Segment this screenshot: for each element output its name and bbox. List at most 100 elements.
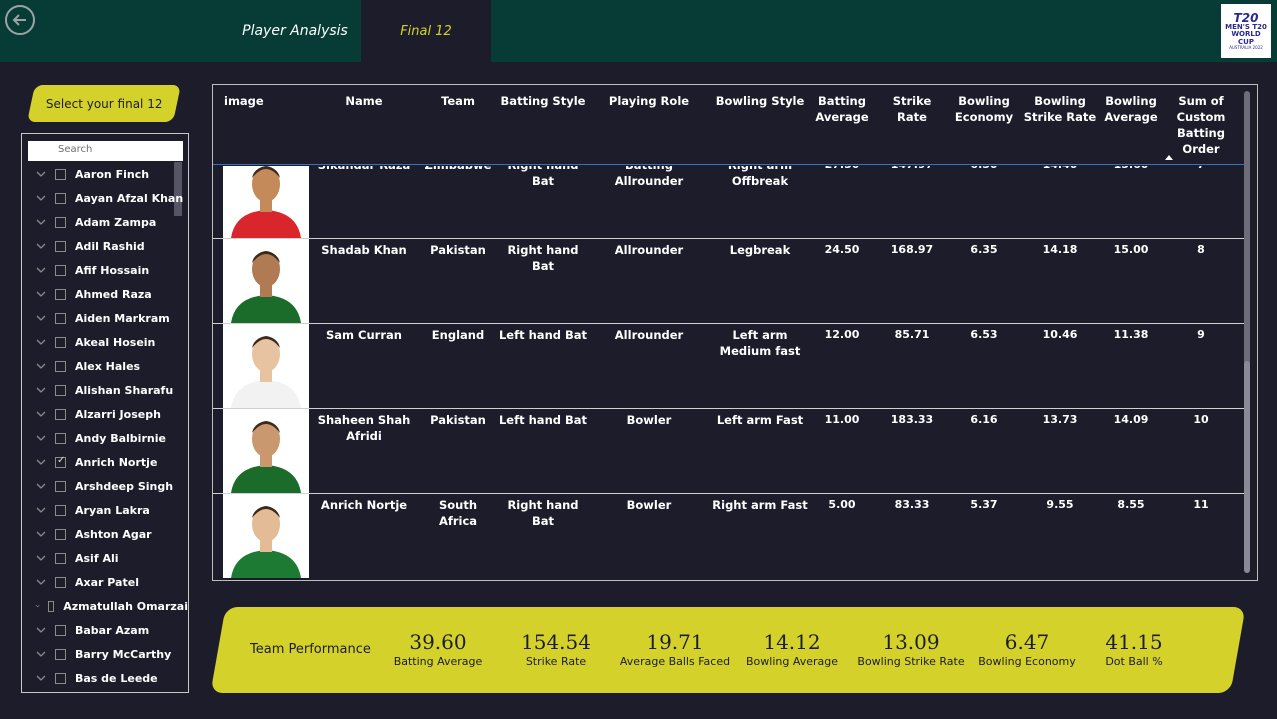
slicer-item[interactable]: Akeal Hosein bbox=[22, 330, 188, 354]
slicer-item[interactable]: Alex Hales bbox=[22, 354, 188, 378]
slicer-item[interactable]: Adil Rashid bbox=[22, 234, 188, 258]
column-header[interactable]: Batting Style bbox=[498, 93, 588, 109]
column-header[interactable]: image bbox=[224, 93, 284, 109]
slicer-checkbox[interactable] bbox=[55, 576, 66, 588]
slicer-checkbox[interactable] bbox=[55, 288, 66, 300]
chevron-down-icon[interactable] bbox=[35, 480, 47, 492]
chevron-down-icon[interactable] bbox=[35, 384, 47, 396]
column-header[interactable]: Bowling Style bbox=[710, 93, 810, 109]
select-final-12-button[interactable]: Select your final 12 bbox=[27, 85, 181, 122]
tab-final-12[interactable]: Final 12 bbox=[361, 0, 491, 62]
table-header: image Name Team Batting Style Playing Role Bo… bbox=[213, 85, 1245, 165]
back-button[interactable] bbox=[5, 5, 35, 35]
slicer-checkbox[interactable] bbox=[55, 648, 66, 660]
slicer-checkbox[interactable] bbox=[55, 168, 66, 180]
chevron-down-icon[interactable] bbox=[35, 504, 47, 516]
column-header[interactable]: Team bbox=[423, 93, 493, 109]
chevron-down-icon[interactable] bbox=[35, 336, 47, 348]
slicer-item[interactable]: Aiden Markram bbox=[22, 306, 188, 330]
chevron-down-icon[interactable] bbox=[35, 648, 47, 660]
chevron-down-icon[interactable] bbox=[35, 360, 47, 372]
column-header[interactable]: Playing Role bbox=[593, 93, 705, 109]
slicer-item[interactable]: Aryan Lakra bbox=[22, 498, 188, 522]
chevron-down-icon[interactable] bbox=[35, 168, 47, 180]
slicer-item[interactable]: Aayan Afzal Khan bbox=[22, 186, 188, 210]
slicer-item[interactable]: Axar Patel bbox=[22, 570, 188, 594]
chevron-down-icon[interactable] bbox=[35, 312, 47, 324]
table-cell-bat-avg: 12.00 bbox=[824, 328, 860, 341]
search-input[interactable]: Search bbox=[28, 141, 183, 161]
slicer-item[interactable]: Asif Ali bbox=[22, 546, 188, 570]
table-cell-bowl-avg: 14.09 bbox=[1113, 413, 1149, 426]
chevron-down-icon[interactable] bbox=[35, 456, 47, 468]
slicer-item[interactable]: Andy Balbirnie bbox=[22, 426, 188, 450]
kpi-card: 41.15 Dot Ball % bbox=[1084, 629, 1184, 669]
chevron-down-icon[interactable] bbox=[35, 672, 47, 684]
slicer-item[interactable]: Arshdeep Singh bbox=[22, 474, 188, 498]
table-row[interactable]: Sikandar Raza Zimbabwe Right hand Bat Batti… bbox=[213, 166, 1245, 239]
slicer-item[interactable]: Afif Hossain bbox=[22, 258, 188, 282]
column-header[interactable]: Bowling Average bbox=[1101, 93, 1161, 125]
slicer-item[interactable]: Adam Zampa bbox=[22, 210, 188, 234]
column-header[interactable]: Batting Average bbox=[813, 93, 871, 125]
table-cell-team: Pakistan bbox=[430, 413, 486, 427]
chevron-down-icon[interactable] bbox=[35, 216, 47, 228]
chevron-down-icon[interactable] bbox=[35, 528, 47, 540]
slicer-checkbox[interactable] bbox=[55, 528, 66, 540]
slicer-checkbox[interactable] bbox=[55, 384, 66, 396]
table-cell-name: Anrich Nortje bbox=[320, 498, 408, 512]
slicer-item[interactable]: Aaron Finch bbox=[22, 162, 188, 186]
slicer-item-label: Anrich Nortje bbox=[75, 455, 158, 469]
slicer-checkbox[interactable] bbox=[55, 408, 66, 420]
chevron-down-icon[interactable] bbox=[35, 552, 47, 564]
slicer-item[interactable]: Alishan Sharafu bbox=[22, 378, 188, 402]
slicer-checkbox[interactable] bbox=[48, 600, 55, 612]
slicer-checkbox[interactable] bbox=[55, 455, 66, 468]
column-header[interactable]: Bowling Strike Rate bbox=[1021, 93, 1099, 125]
slicer-checkbox[interactable] bbox=[55, 336, 66, 348]
kpi-label: Bowling Economy bbox=[978, 655, 1076, 668]
table-cell-batting-style: Right hand Bat bbox=[507, 166, 578, 188]
slicer-checkbox[interactable] bbox=[55, 672, 66, 684]
slicer-checkbox[interactable] bbox=[55, 216, 66, 228]
kpi-card: 6.47 Bowling Economy bbox=[957, 629, 1097, 669]
chevron-down-icon[interactable] bbox=[35, 264, 47, 276]
slicer-item[interactable]: Babar Azam bbox=[22, 618, 188, 642]
slicer-checkbox[interactable] bbox=[55, 480, 66, 492]
slicer-checkbox[interactable] bbox=[55, 192, 66, 204]
slicer-checkbox[interactable] bbox=[55, 552, 66, 564]
player-photo bbox=[223, 409, 309, 493]
chevron-down-icon[interactable] bbox=[35, 408, 47, 420]
tab-player-analysis[interactable]: Player Analysis bbox=[230, 0, 360, 62]
table-row[interactable]: Anrich Nortje South Africa Right hand Bat B… bbox=[213, 494, 1245, 578]
slicer-item[interactable]: Azmatullah Omarzai bbox=[22, 594, 188, 618]
slicer-item[interactable]: Barry McCarthy bbox=[22, 642, 188, 666]
slicer-checkbox[interactable] bbox=[55, 240, 66, 252]
chevron-down-icon[interactable] bbox=[35, 432, 47, 444]
chevron-down-icon[interactable] bbox=[35, 600, 40, 612]
slicer-item[interactable]: Anrich Nortje bbox=[22, 450, 188, 474]
table-row[interactable]: Sam Curran England Left hand Bat Allrounder… bbox=[213, 324, 1245, 409]
table-scrollbar-thumb[interactable] bbox=[1244, 361, 1250, 573]
slicer-checkbox[interactable] bbox=[55, 264, 66, 276]
table-row[interactable]: Shaheen Shah Afridi Pakistan Left hand Bat… bbox=[213, 409, 1245, 494]
slicer-item[interactable]: Ahmed Raza bbox=[22, 282, 188, 306]
table-row[interactable]: Shadab Khan Pakistan Right hand Bat Allroun… bbox=[213, 239, 1245, 324]
chevron-down-icon[interactable] bbox=[35, 576, 47, 588]
column-header[interactable]: Name bbox=[313, 93, 415, 109]
slicer-checkbox[interactable] bbox=[55, 312, 66, 324]
slicer-checkbox[interactable] bbox=[55, 432, 66, 444]
slicer-item[interactable]: Ashton Agar bbox=[22, 522, 188, 546]
column-header[interactable]: Sum of Custom Batting Order bbox=[1165, 93, 1237, 157]
chevron-down-icon[interactable] bbox=[35, 288, 47, 300]
chevron-down-icon[interactable] bbox=[35, 240, 47, 252]
slicer-checkbox[interactable] bbox=[55, 504, 66, 516]
chevron-down-icon[interactable] bbox=[35, 192, 47, 204]
slicer-checkbox[interactable] bbox=[55, 360, 66, 372]
column-header[interactable]: Strike Rate bbox=[877, 93, 947, 125]
slicer-item[interactable]: Alzarri Joseph bbox=[22, 402, 188, 426]
slicer-item[interactable]: Bas de Leede bbox=[22, 666, 188, 690]
column-header[interactable]: Bowling Economy bbox=[951, 93, 1017, 125]
slicer-checkbox[interactable] bbox=[55, 624, 66, 636]
chevron-down-icon[interactable] bbox=[35, 624, 47, 636]
